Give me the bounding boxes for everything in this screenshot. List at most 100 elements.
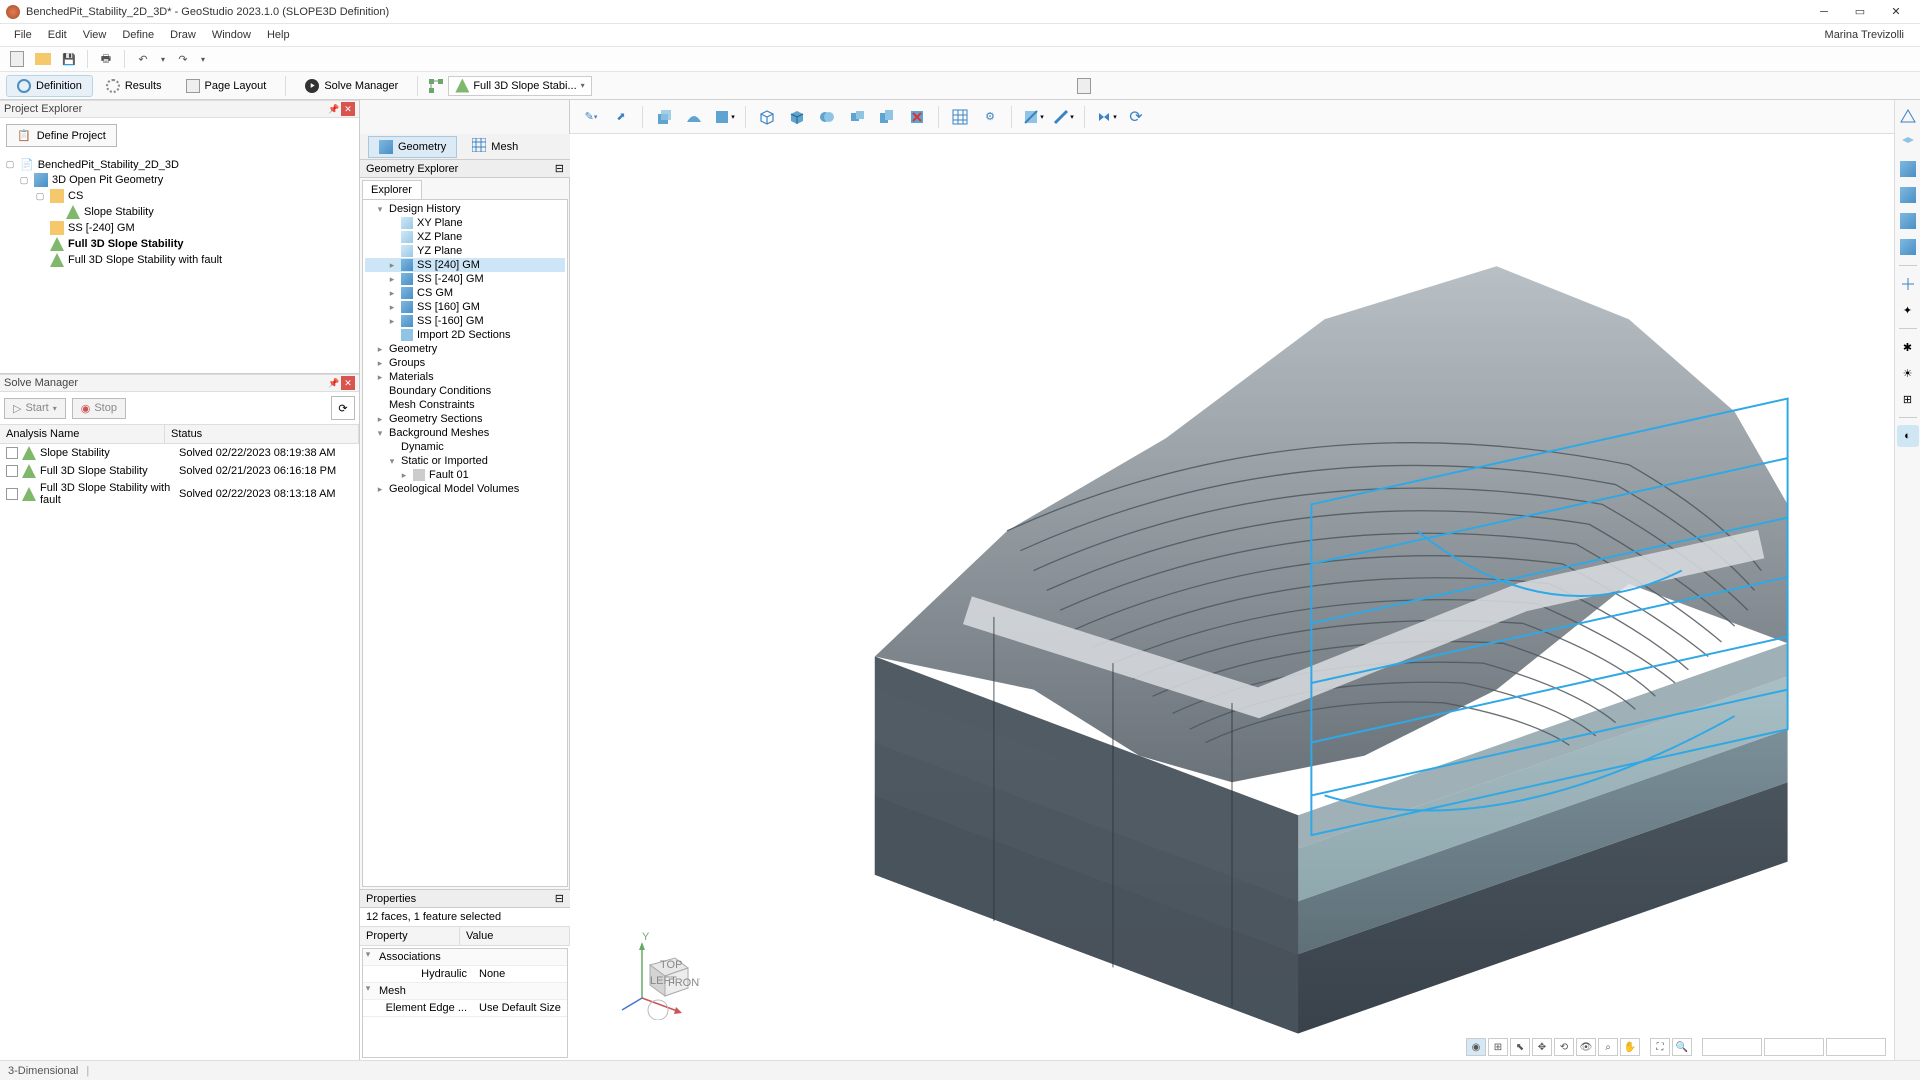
- vc-zoom-icon[interactable]: 🔍: [1672, 1038, 1692, 1056]
- close-window-button[interactable]: ✕: [1878, 0, 1914, 24]
- collapse-icon[interactable]: ⊟: [555, 162, 564, 175]
- rt-cube4-icon[interactable]: [1897, 236, 1919, 258]
- rt-light-icon[interactable]: ☀: [1897, 362, 1919, 384]
- gt-bc[interactable]: Boundary Conditions: [365, 384, 565, 398]
- gt-static-imported[interactable]: ▾Static or Imported: [365, 454, 565, 468]
- gt-geo-model-vol[interactable]: ▸Geological Model Volumes: [365, 482, 565, 496]
- tree-ss-neg240[interactable]: SS [-240] GM: [2, 220, 357, 236]
- open-file-icon[interactable]: [32, 48, 54, 70]
- prop-edge[interactable]: Element Edge ...Use Default Size: [363, 1000, 567, 1017]
- menu-view[interactable]: View: [75, 27, 115, 43]
- menu-help[interactable]: Help: [259, 27, 298, 43]
- print-icon[interactable]: 🖶: [95, 48, 117, 70]
- col-property[interactable]: Property: [360, 927, 460, 945]
- vc-rotate-icon[interactable]: ⟲: [1554, 1038, 1574, 1056]
- col-analysis-name[interactable]: Analysis Name: [0, 425, 165, 443]
- start-button[interactable]: ▷Start▾: [4, 398, 66, 419]
- tab-page-layout[interactable]: Page Layout: [175, 75, 278, 97]
- gt-xz-plane[interactable]: XZ Plane: [365, 230, 565, 244]
- pin-icon[interactable]: 📌: [327, 102, 341, 116]
- stop-button[interactable]: ◉Stop: [72, 398, 126, 419]
- undo-dropdown-icon[interactable]: ▾: [158, 48, 168, 70]
- vc-shaded-icon[interactable]: ◉: [1466, 1038, 1486, 1056]
- vc-eye-icon[interactable]: 👁: [1576, 1038, 1596, 1056]
- measure-icon[interactable]: ▾: [1050, 104, 1076, 130]
- sketch-icon[interactable]: ✎▾: [578, 104, 604, 130]
- maximize-button[interactable]: ▭: [1842, 0, 1878, 24]
- new-file-icon[interactable]: [6, 48, 28, 70]
- rt-perspective-icon[interactable]: [1897, 106, 1919, 128]
- vc-cursor-icon[interactable]: ⬉: [1510, 1038, 1530, 1056]
- rt-mode-icon[interactable]: ◐: [1897, 425, 1919, 447]
- gt-import2d[interactable]: Import 2D Sections: [365, 328, 565, 342]
- menu-file[interactable]: File: [6, 27, 40, 43]
- redo-icon[interactable]: ↷: [172, 48, 194, 70]
- gt-ssn240[interactable]: ▸SS [-240] GM: [365, 272, 565, 286]
- rt-snap-icon[interactable]: ✱: [1897, 336, 1919, 358]
- prop-mesh[interactable]: ▾Mesh: [363, 983, 567, 1000]
- gt-geometry[interactable]: ▸Geometry: [365, 342, 565, 356]
- menu-draw[interactable]: Draw: [162, 27, 204, 43]
- tree-full3d-fault[interactable]: Full 3D Slope Stability with fault: [2, 252, 357, 268]
- extrude-icon[interactable]: [651, 104, 677, 130]
- rt-axis-icon[interactable]: [1897, 273, 1919, 295]
- tree-full3d[interactable]: Full 3D Slope Stability: [2, 236, 357, 252]
- save-file-icon[interactable]: 💾: [58, 48, 80, 70]
- solve-row[interactable]: Full 3D Slope StabilitySolved 02/21/2023…: [0, 462, 359, 480]
- gt-materials[interactable]: ▸Materials: [365, 370, 565, 384]
- tree-slope-stability[interactable]: Slope Stability: [2, 204, 357, 220]
- gt-bg-meshes[interactable]: ▾Background Meshes: [365, 426, 565, 440]
- analysis-tree-icon[interactable]: [426, 76, 446, 96]
- gt-groups[interactable]: ▸Groups: [365, 356, 565, 370]
- redo-dropdown-icon[interactable]: ▾: [198, 48, 208, 70]
- define-project-button[interactable]: 📋 Define Project: [6, 124, 117, 147]
- delete-body-icon[interactable]: [904, 104, 930, 130]
- menu-define[interactable]: Define: [114, 27, 162, 43]
- tree-cs[interactable]: ▢CS: [2, 188, 357, 204]
- report-icon[interactable]: [1074, 76, 1094, 96]
- close-panel-icon[interactable]: ✕: [341, 376, 355, 390]
- col-status[interactable]: Status: [165, 425, 359, 443]
- solid-cube-icon[interactable]: [784, 104, 810, 130]
- rt-cube2-icon[interactable]: [1897, 184, 1919, 206]
- wireframe-cube-icon[interactable]: [754, 104, 780, 130]
- 3d-viewport[interactable]: Y TOP LEFT FRONT: [570, 134, 1894, 1060]
- rt-iso-icon[interactable]: [1897, 132, 1919, 154]
- section-plane-icon[interactable]: ▾: [1020, 104, 1046, 130]
- gt-geom-sections[interactable]: ▸Geometry Sections: [365, 412, 565, 426]
- explorer-tab[interactable]: Explorer: [362, 180, 422, 199]
- solve-manager-button[interactable]: Solve Manager: [294, 75, 409, 97]
- vc-grid-icon[interactable]: ⊞: [1488, 1038, 1508, 1056]
- vc-fit-icon[interactable]: ⛶: [1650, 1038, 1670, 1056]
- gt-mesh-constraints[interactable]: Mesh Constraints: [365, 398, 565, 412]
- gt-dynamic[interactable]: Dynamic: [365, 440, 565, 454]
- boolean-subtract-icon[interactable]: [844, 104, 870, 130]
- solve-row[interactable]: Full 3D Slope Stability with faultSolved…: [0, 480, 359, 508]
- collapse-icon[interactable]: ⊟: [555, 892, 564, 905]
- menu-edit[interactable]: Edit: [40, 27, 75, 43]
- prop-associations[interactable]: ▾Associations: [363, 949, 567, 966]
- project-tree[interactable]: ▢📄BenchedPit_Stability_2D_3D ▢3D Open Pi…: [0, 153, 359, 373]
- checkbox[interactable]: [6, 447, 18, 459]
- pin-icon[interactable]: 📌: [327, 376, 341, 390]
- tab-definition[interactable]: Definition: [6, 75, 93, 97]
- rt-cube1-icon[interactable]: [1897, 158, 1919, 180]
- refresh-view-icon[interactable]: ⟳: [1123, 104, 1149, 130]
- analysis-dropdown[interactable]: Full 3D Slope Stabi... ▾: [448, 76, 591, 96]
- checkbox[interactable]: [6, 465, 18, 477]
- tab-geometry[interactable]: Geometry: [368, 136, 457, 158]
- close-panel-icon[interactable]: ✕: [341, 102, 355, 116]
- vc-pan-icon[interactable]: ✋: [1620, 1038, 1640, 1056]
- copy-body-icon[interactable]: [874, 104, 900, 130]
- gt-xy-plane[interactable]: XY Plane: [365, 216, 565, 230]
- vc-zoom-window-icon[interactable]: ⌕: [1598, 1038, 1618, 1056]
- checkbox[interactable]: [6, 488, 18, 500]
- tree-root[interactable]: ▢📄BenchedPit_Stability_2D_3D: [2, 157, 357, 172]
- gt-ssn160[interactable]: ▸SS [-160] GM: [365, 314, 565, 328]
- col-value[interactable]: Value: [460, 927, 570, 945]
- undo-icon[interactable]: ↶: [132, 48, 154, 70]
- orientation-cube[interactable]: Y TOP LEFT FRONT: [620, 930, 700, 1020]
- vc-move-icon[interactable]: ✥: [1532, 1038, 1552, 1056]
- loft-icon[interactable]: [681, 104, 707, 130]
- solve-row[interactable]: Slope StabilitySolved 02/22/2023 08:19:3…: [0, 444, 359, 462]
